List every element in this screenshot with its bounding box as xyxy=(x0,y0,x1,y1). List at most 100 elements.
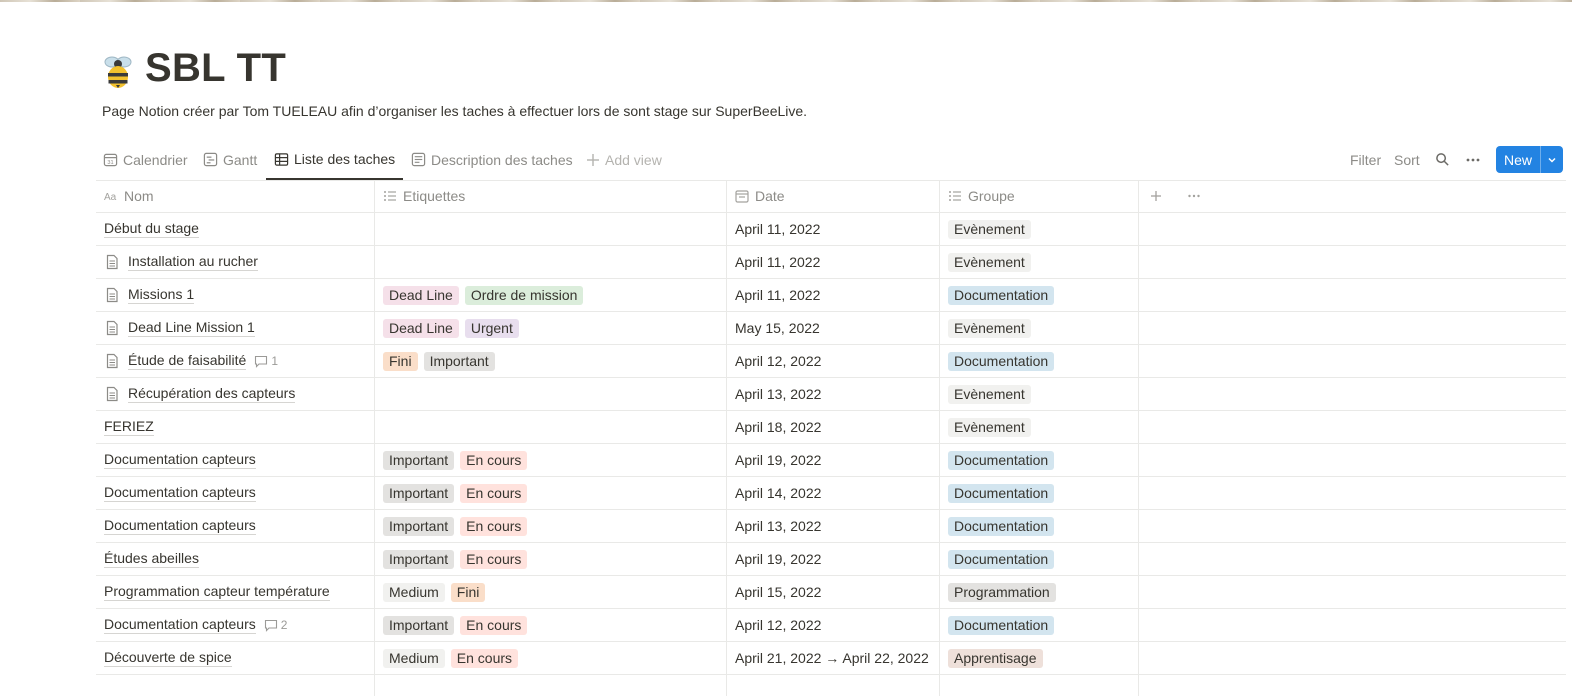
etiquettes-cell[interactable] xyxy=(375,213,727,245)
comment-count[interactable]: 1 xyxy=(254,354,278,368)
groupe-cell[interactable]: Documentation xyxy=(940,345,1139,377)
etiquettes-cell[interactable]: Medium Fini xyxy=(375,576,727,608)
row-title[interactable]: Récupération des capteurs xyxy=(128,385,296,403)
etiquettes-cell[interactable]: Important En cours xyxy=(375,609,727,641)
row-title[interactable]: Missions 1 xyxy=(128,286,195,304)
groupe-cell[interactable]: Apprentisage xyxy=(940,642,1139,674)
groupe-cell[interactable]: Documentation xyxy=(940,444,1139,476)
more-options-button[interactable] xyxy=(1465,140,1481,179)
row-title[interactable]: Études abeilles xyxy=(104,550,199,568)
groupe-cell[interactable]: Evènement xyxy=(940,411,1139,443)
name-cell[interactable]: Documentation capteurs 2 xyxy=(96,609,375,641)
column-options-button[interactable] xyxy=(1187,189,1207,203)
row-title[interactable]: Documentation capteurs xyxy=(104,517,256,535)
name-cell[interactable]: Récupération des capteurs xyxy=(96,378,375,410)
search-button[interactable] xyxy=(1435,140,1450,179)
etiquettes-cell[interactable]: Important En cours xyxy=(375,477,727,509)
name-cell[interactable]: Études abeilles xyxy=(96,543,375,575)
etiquettes-cell[interactable]: Important En cours xyxy=(375,543,727,575)
groupe-cell[interactable]: Evènement xyxy=(940,312,1139,344)
date-cell[interactable]: April 19, 2022 xyxy=(727,444,940,476)
name-cell[interactable]: Dead Line Mission 1 xyxy=(96,312,375,344)
date-cell[interactable]: April 21, 2022 → April 22, 2022 xyxy=(727,642,940,674)
etiquettes-cell[interactable]: Dead Line Ordre de mission xyxy=(375,279,727,311)
date-cell[interactable]: April 12, 2022 xyxy=(727,345,940,377)
date-cell[interactable]: April 12, 2022 xyxy=(727,609,940,641)
name-cell[interactable]: Documentation capteurs xyxy=(96,444,375,476)
sort-button[interactable]: Sort xyxy=(1394,140,1420,179)
groupe-cell[interactable]: Documentation xyxy=(940,477,1139,509)
table-row[interactable]: Étude de faisabilité 1 Fini Important April … xyxy=(96,345,1566,378)
table-row[interactable]: Documentation capteurs Important En cours A… xyxy=(96,510,1566,543)
date-cell[interactable]: May 15, 2022 xyxy=(727,312,940,344)
table-row[interactable]: Début du stage April 11, 2022 Evènement xyxy=(96,213,1566,246)
groupe-cell[interactable]: Documentation xyxy=(940,543,1139,575)
row-title[interactable]: Documentation capteurs xyxy=(104,451,256,469)
table-row[interactable]: Dead Line Mission 1 Dead Line Urgent May 15… xyxy=(96,312,1566,345)
etiquettes-cell[interactable]: Important En cours xyxy=(375,510,727,542)
table-row[interactable]: Documentation capteurs 2 Important En cours… xyxy=(96,609,1566,642)
column-header-groupe[interactable]: Groupe xyxy=(940,180,1139,212)
name-cell[interactable]: Documentation capteurs xyxy=(96,510,375,542)
table-row[interactable]: Programmation capteur température Medium F… xyxy=(96,576,1566,609)
new-dropdown-button[interactable] xyxy=(1541,155,1563,165)
table-row[interactable]: Documentation capteurs Important En cours A… xyxy=(96,444,1566,477)
name-cell[interactable]: FERIEZ xyxy=(96,411,375,443)
date-cell[interactable]: April 13, 2022 xyxy=(727,510,940,542)
groupe-cell[interactable]: Documentation xyxy=(940,279,1139,311)
table-row[interactable]: Études abeilles Important En cours April 19… xyxy=(96,543,1566,576)
groupe-cell[interactable]: Documentation xyxy=(940,510,1139,542)
add-property-button[interactable] xyxy=(1149,189,1169,203)
groupe-cell[interactable]: Evènement xyxy=(940,378,1139,410)
row-title[interactable]: Début du stage xyxy=(104,220,199,238)
row-title[interactable]: Installation au rucher xyxy=(128,253,258,271)
name-cell[interactable]: Étude de faisabilité 1 xyxy=(96,345,375,377)
column-header-date[interactable]: Date xyxy=(727,180,940,212)
name-cell[interactable]: Installation au rucher xyxy=(96,246,375,278)
date-cell[interactable]: April 11, 2022 xyxy=(727,213,940,245)
bee-icon[interactable] xyxy=(99,52,137,90)
date-cell[interactable]: April 15, 2022 xyxy=(727,576,940,608)
new-button[interactable]: New xyxy=(1496,146,1563,173)
name-cell[interactable]: Découverte de spice xyxy=(96,642,375,674)
comment-count[interactable]: 2 xyxy=(264,618,287,632)
table-row[interactable]: Récupération des capteurs April 13, 2022 E… xyxy=(96,378,1566,411)
filter-button[interactable]: Filter xyxy=(1350,140,1381,179)
table-row[interactable]: Documentation capteurs Important En cours A… xyxy=(96,477,1566,510)
row-title[interactable]: Découverte de spice xyxy=(104,649,232,667)
column-header-etiquettes[interactable]: Etiquettes xyxy=(375,180,727,212)
table-row[interactable]: FERIEZ April 18, 2022 Evènement xyxy=(96,411,1566,444)
date-cell[interactable]: April 14, 2022 xyxy=(727,477,940,509)
row-title[interactable]: Programmation capteur température xyxy=(104,583,330,601)
tab-gantt[interactable]: Gantt xyxy=(203,140,257,179)
etiquettes-cell[interactable] xyxy=(375,378,727,410)
row-title[interactable]: Documentation capteurs xyxy=(104,484,256,502)
table-row[interactable]: Missions 1 Dead Line Ordre de mission April… xyxy=(96,279,1566,312)
tab-description-des-taches[interactable]: Description des taches xyxy=(411,140,573,179)
add-view-button[interactable]: Add view xyxy=(586,140,662,179)
date-cell[interactable]: April 19, 2022 xyxy=(727,543,940,575)
page-title[interactable]: SBL TT xyxy=(145,44,286,92)
page-description[interactable]: Page Notion créer par Tom TUELEAU afin d… xyxy=(102,103,807,119)
table-row[interactable]: Installation au rucher April 11, 2022 Evèn… xyxy=(96,246,1566,279)
groupe-cell[interactable]: Programmation xyxy=(940,576,1139,608)
tab-liste-des-taches[interactable]: Liste des taches xyxy=(266,140,404,180)
groupe-cell[interactable]: Evènement xyxy=(940,213,1139,245)
table-row[interactable]: Découverte de spice Medium En cours April 2… xyxy=(96,642,1566,675)
tab-calendrier[interactable]: 31 Calendrier xyxy=(103,140,188,179)
etiquettes-cell[interactable] xyxy=(375,246,727,278)
date-cell[interactable]: April 11, 2022 xyxy=(727,246,940,278)
groupe-cell[interactable]: Evènement xyxy=(940,246,1139,278)
name-cell[interactable]: Missions 1 xyxy=(96,279,375,311)
etiquettes-cell[interactable]: Dead Line Urgent xyxy=(375,312,727,344)
row-title[interactable]: FERIEZ xyxy=(104,418,154,436)
etiquettes-cell[interactable]: Medium En cours xyxy=(375,642,727,674)
etiquettes-cell[interactable] xyxy=(375,411,727,443)
name-cell[interactable]: Début du stage xyxy=(96,213,375,245)
etiquettes-cell[interactable]: Important En cours xyxy=(375,444,727,476)
column-header-nom[interactable]: Aa Nom xyxy=(96,180,375,212)
name-cell[interactable]: Documentation capteurs xyxy=(96,477,375,509)
groupe-cell[interactable]: Documentation xyxy=(940,609,1139,641)
etiquettes-cell[interactable]: Fini Important xyxy=(375,345,727,377)
date-cell[interactable]: April 13, 2022 xyxy=(727,378,940,410)
